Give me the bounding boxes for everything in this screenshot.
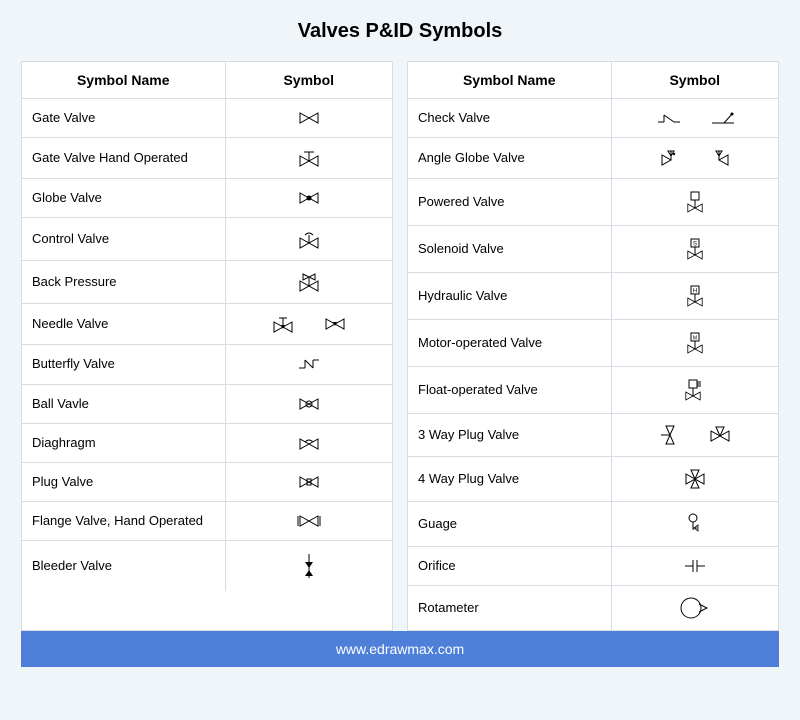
table-row: Plug Valve <box>22 463 392 502</box>
valve-name: Control Valve <box>22 218 226 260</box>
table-row: Bleeder Valve <box>22 541 392 591</box>
valve-name: Plug Valve <box>22 463 226 501</box>
table-header: Symbol Name Symbol <box>408 62 778 99</box>
table-row: Diaghragm <box>22 424 392 463</box>
flange-valve-icon <box>226 502 393 540</box>
table-row: Check Valve <box>408 99 778 138</box>
valve-name: Needle Valve <box>22 304 226 344</box>
valve-name: 4 Way Plug Valve <box>408 457 612 501</box>
plug-valve-icon <box>226 463 393 501</box>
back-pressure-icon <box>226 261 393 303</box>
three-way-plug-icon <box>612 414 779 456</box>
table-row: Rotameter <box>408 586 778 630</box>
powered-valve-icon <box>612 179 779 225</box>
table-row: Ball Vavle <box>22 385 392 424</box>
valve-name: Globe Valve <box>22 179 226 217</box>
table-row: Powered Valve <box>408 179 778 226</box>
control-valve-icon <box>226 218 393 260</box>
valve-name: Solenoid Valve <box>408 226 612 272</box>
check-valve-icon <box>612 99 779 137</box>
valve-name: Gate Valve <box>22 99 226 137</box>
valve-name: Motor-operated Valve <box>408 320 612 366</box>
table-row: Gate Valve Hand Operated <box>22 138 392 179</box>
four-way-plug-icon <box>612 457 779 501</box>
rotameter-icon <box>612 586 779 630</box>
float-operated-valve-icon <box>612 367 779 413</box>
page-title: Valves P&ID Symbols <box>20 20 780 43</box>
table-row: Flange Valve, Hand Operated <box>22 502 392 541</box>
valve-name: Check Valve <box>408 99 612 137</box>
table-row: Hydraulic Valve <box>408 273 778 320</box>
gauge-icon <box>612 502 779 546</box>
table-row: Float-operated Valve <box>408 367 778 414</box>
table-row: Gate Valve <box>22 99 392 138</box>
valve-name: Bleeder Valve <box>22 541 226 591</box>
valve-name: Angle Globe Valve <box>408 138 612 178</box>
valve-name: Guage <box>408 502 612 546</box>
valve-name: Powered Valve <box>408 179 612 225</box>
motor-operated-valve-icon <box>612 320 779 366</box>
hydraulic-valve-icon <box>612 273 779 319</box>
valve-name: Float-operated Valve <box>408 367 612 413</box>
gate-valve-icon <box>226 99 393 137</box>
tables-container: Symbol Name Symbol Gate Valve Gate Valve… <box>20 61 780 631</box>
valve-name: Gate Valve Hand Operated <box>22 138 226 178</box>
left-table: Symbol Name Symbol Gate Valve Gate Valve… <box>21 61 393 631</box>
table-header: Symbol Name Symbol <box>22 62 392 99</box>
solenoid-valve-icon <box>612 226 779 272</box>
header-name: Symbol Name <box>22 62 226 98</box>
table-row: Needle Valve <box>22 304 392 345</box>
valve-name: Rotameter <box>408 586 612 630</box>
table-row: Guage <box>408 502 778 547</box>
table-row: Back Pressure <box>22 261 392 304</box>
valve-name: Back Pressure <box>22 261 226 303</box>
valve-name: Orifice <box>408 547 612 585</box>
table-row: Globe Valve <box>22 179 392 218</box>
right-table: Symbol Name Symbol Check Valve Angle Glo… <box>407 61 779 631</box>
valve-name: Flange Valve, Hand Operated <box>22 502 226 540</box>
header-symbol: Symbol <box>612 62 779 98</box>
valve-name: 3 Way Plug Valve <box>408 414 612 456</box>
table-row: Solenoid Valve <box>408 226 778 273</box>
table-row: 4 Way Plug Valve <box>408 457 778 502</box>
table-row: Butterfly Valve <box>22 345 392 384</box>
globe-valve-icon <box>226 179 393 217</box>
table-row: Orifice <box>408 547 778 586</box>
orifice-icon <box>612 547 779 585</box>
table-row: Angle Globe Valve <box>408 138 778 179</box>
header-name: Symbol Name <box>408 62 612 98</box>
header-symbol: Symbol <box>226 62 393 98</box>
valve-name: Hydraulic Valve <box>408 273 612 319</box>
ball-valve-icon <box>226 385 393 423</box>
butterfly-valve-icon <box>226 345 393 383</box>
valve-name: Ball Vavle <box>22 385 226 423</box>
gate-valve-hand-icon <box>226 138 393 178</box>
valve-name: Butterfly Valve <box>22 345 226 383</box>
table-row: Motor-operated Valve <box>408 320 778 367</box>
diaphragm-icon <box>226 424 393 462</box>
table-row: Control Valve <box>22 218 392 261</box>
footer-link[interactable]: www.edrawmax.com <box>21 631 779 667</box>
angle-globe-valve-icon <box>612 138 779 178</box>
bleeder-valve-icon <box>226 541 393 591</box>
needle-valve-icon <box>226 304 393 344</box>
table-row: 3 Way Plug Valve <box>408 414 778 457</box>
valve-name: Diaghragm <box>22 424 226 462</box>
